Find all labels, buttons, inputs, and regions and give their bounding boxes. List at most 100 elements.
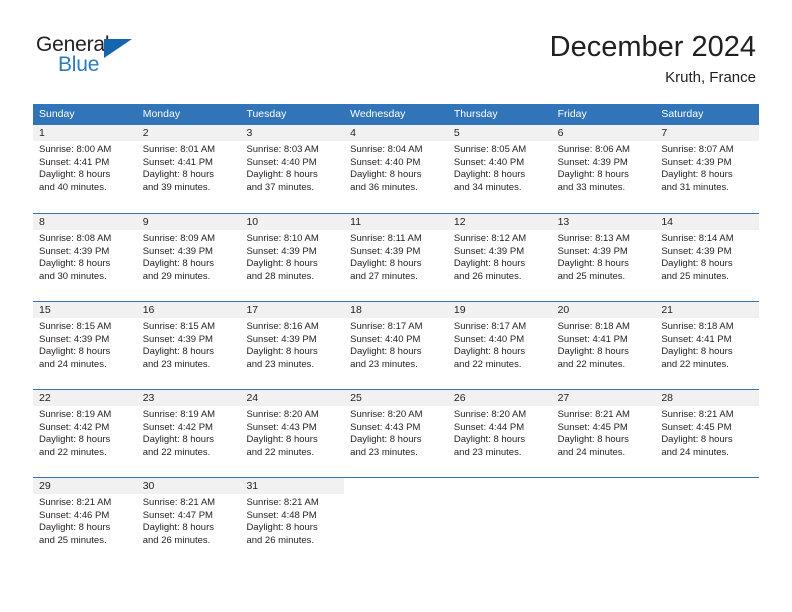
- calendar-day-cell[interactable]: 21 Sunrise: 8:18 AM Sunset: 4:41 PM Dayligh…: [655, 302, 760, 389]
- sunrise-text: Sunrise: 8:19 AM: [142, 409, 216, 420]
- daylight-text-line2: and 39 minutes.: [142, 181, 211, 193]
- calendar-day-cell[interactable]: 6 Sunrise: 8:06 AM Sunset: 4:39 PM Daylight…: [551, 125, 656, 213]
- sunrise-text: Sunrise: 8:17 AM: [453, 321, 527, 332]
- daylight-text-line2: and 25 minutes.: [39, 534, 107, 546]
- calendar-day-cell-empty: [344, 478, 448, 565]
- daylight-text-line1: Daylight: 8 hours: [142, 346, 215, 358]
- daylight-text-line1: Daylight: 8 hours: [453, 258, 526, 270]
- daylight-text-line1: Daylight: 8 hours: [661, 258, 733, 270]
- daylight-text-line1: Daylight: 8 hours: [142, 434, 215, 446]
- calendar-day-cell[interactable]: 31 Sunrise: 8:21 AM Sunset: 4:48 PM Dayligh…: [240, 478, 345, 565]
- day-details: Sunrise: 8:06 AM Sunset: 4:39 PM Daylight:…: [552, 141, 656, 194]
- sunset-text: Sunset: 4:41 PM: [39, 156, 110, 168]
- daylight-text-line2: and 23 minutes.: [453, 446, 522, 458]
- title-block: December 2024 Kruth, France: [550, 30, 756, 87]
- calendar-day-cell[interactable]: 15 Sunrise: 8:15 AM Sunset: 4:39 PM Dayligh…: [33, 302, 137, 389]
- calendar-day-cell[interactable]: 7 Sunrise: 8:07 AM Sunset: 4:39 PM Daylight…: [655, 125, 760, 213]
- sunset-text: Sunset: 4:40 PM: [453, 156, 525, 168]
- daylight-text-line1: Daylight: 8 hours: [557, 346, 629, 358]
- calendar-day-cell[interactable]: 1 Sunrise: 8:00 AM Sunset: 4:41 PM Daylight…: [33, 125, 137, 213]
- calendar-day-cell[interactable]: 12 Sunrise: 8:12 AM Sunset: 4:39 PM Dayligh…: [447, 214, 552, 301]
- calendar-day-cell[interactable]: 29 Sunrise: 8:21 AM Sunset: 4:46 PM Dayligh…: [33, 478, 137, 565]
- daylight-text-line2: and 23 minutes.: [142, 358, 211, 370]
- location-subtitle: Kruth, France: [665, 69, 756, 86]
- calendar-day-cell[interactable]: 11 Sunrise: 8:11 AM Sunset: 4:39 PM Dayligh…: [344, 214, 448, 301]
- day-details: Sunrise: 8:20 AM Sunset: 4:43 PM Daylight:…: [240, 406, 344, 459]
- calendar-day-cell[interactable]: 27 Sunrise: 8:21 AM Sunset: 4:45 PM Dayligh…: [551, 390, 656, 477]
- daylight-text-line1: Daylight: 8 hours: [661, 434, 733, 446]
- day-number: 11: [344, 214, 448, 230]
- calendar-day-cell[interactable]: 22 Sunrise: 8:19 AM Sunset: 4:42 PM Dayligh…: [33, 390, 137, 477]
- day-number: 23: [136, 390, 241, 406]
- page-title: December 2024: [549, 31, 756, 63]
- sunrise-text: Sunrise: 8:11 AM: [350, 233, 422, 244]
- day-details: Sunrise: 8:01 AM Sunset: 4:41 PM Daylight:…: [137, 141, 241, 194]
- sunset-text: Sunset: 4:43 PM: [246, 421, 317, 433]
- calendar-day-cell[interactable]: 23 Sunrise: 8:19 AM Sunset: 4:42 PM Dayligh…: [136, 390, 241, 477]
- calendar-day-cell[interactable]: 26 Sunrise: 8:20 AM Sunset: 4:44 PM Dayligh…: [447, 390, 552, 477]
- calendar-day-cell-empty: [448, 478, 552, 565]
- calendar-day-cell[interactable]: 18 Sunrise: 8:17 AM Sunset: 4:40 PM Dayligh…: [344, 302, 448, 389]
- calendar-day-cell[interactable]: 25 Sunrise: 8:20 AM Sunset: 4:43 PM Dayligh…: [344, 390, 448, 477]
- calendar-day-cell[interactable]: 19 Sunrise: 8:17 AM Sunset: 4:40 PM Dayligh…: [447, 302, 552, 389]
- daylight-text-line1: Daylight: 8 hours: [661, 169, 733, 181]
- sunset-text: Sunset: 4:41 PM: [142, 156, 213, 168]
- day-number: 14: [655, 214, 760, 230]
- day-details: Sunrise: 8:00 AM Sunset: 4:41 PM Daylight:…: [33, 141, 137, 194]
- day-details: Sunrise: 8:20 AM Sunset: 4:44 PM Daylight:…: [448, 406, 552, 459]
- sunset-text: Sunset: 4:48 PM: [246, 509, 317, 521]
- day-number: 9: [136, 214, 241, 230]
- page-header: General Blue December 2024 Kruth, France: [0, 0, 792, 100]
- calendar-day-cell[interactable]: 24 Sunrise: 8:20 AM Sunset: 4:43 PM Dayligh…: [240, 390, 345, 477]
- daylight-text-line1: Daylight: 8 hours: [142, 258, 215, 270]
- sunrise-text: Sunrise: 8:21 AM: [661, 409, 734, 420]
- calendar-day-cell[interactable]: 14 Sunrise: 8:14 AM Sunset: 4:39 PM Dayligh…: [655, 214, 760, 301]
- daylight-text-line2: and 25 minutes.: [557, 270, 626, 282]
- day-number: 8: [33, 214, 137, 230]
- day-number: 1: [33, 125, 137, 141]
- calendar-day-cell[interactable]: 4 Sunrise: 8:04 AM Sunset: 4:40 PM Daylight…: [344, 125, 448, 213]
- calendar-day-cell[interactable]: 16 Sunrise: 8:15 AM Sunset: 4:39 PM Dayligh…: [136, 302, 241, 389]
- day-number: 12: [447, 214, 552, 230]
- sunrise-text: Sunrise: 8:00 AM: [39, 144, 112, 155]
- daylight-text-line2: and 30 minutes.: [39, 270, 107, 282]
- sunset-text: Sunset: 4:42 PM: [142, 421, 213, 433]
- day-details: Sunrise: 8:05 AM Sunset: 4:40 PM Daylight:…: [448, 141, 552, 194]
- calendar-day-cell[interactable]: 8 Sunrise: 8:08 AM Sunset: 4:39 PM Daylight…: [33, 214, 137, 301]
- day-details: Sunrise: 8:19 AM Sunset: 4:42 PM Daylight:…: [33, 406, 137, 459]
- day-details: Sunrise: 8:08 AM Sunset: 4:39 PM Daylight:…: [33, 230, 137, 283]
- calendar-day-cell[interactable]: 13 Sunrise: 8:13 AM Sunset: 4:39 PM Dayligh…: [551, 214, 656, 301]
- sunrise-text: Sunrise: 8:21 AM: [39, 497, 112, 508]
- sunrise-text: Sunrise: 8:04 AM: [350, 144, 423, 155]
- sunset-text: Sunset: 4:45 PM: [557, 421, 628, 433]
- sunset-text: Sunset: 4:40 PM: [246, 156, 317, 168]
- daylight-text-line1: Daylight: 8 hours: [142, 169, 215, 181]
- daylight-text-line1: Daylight: 8 hours: [661, 346, 733, 358]
- daylight-text-line1: Daylight: 8 hours: [350, 346, 422, 358]
- calendar-day-cell[interactable]: 20 Sunrise: 8:18 AM Sunset: 4:41 PM Dayligh…: [551, 302, 656, 389]
- daylight-text-line2: and 37 minutes.: [246, 181, 315, 193]
- calendar-day-cell[interactable]: 28 Sunrise: 8:21 AM Sunset: 4:45 PM Dayligh…: [655, 390, 760, 477]
- calendar-day-cell[interactable]: 10 Sunrise: 8:10 AM Sunset: 4:39 PM Dayligh…: [240, 214, 345, 301]
- calendar-day-cell[interactable]: 5 Sunrise: 8:05 AM Sunset: 4:40 PM Daylight…: [447, 125, 552, 213]
- sunset-text: Sunset: 4:41 PM: [557, 333, 628, 345]
- daylight-text-line2: and 27 minutes.: [350, 270, 418, 282]
- sunrise-text: Sunrise: 8:21 AM: [557, 409, 630, 420]
- calendar-day-cell[interactable]: 2 Sunrise: 8:01 AM Sunset: 4:41 PM Daylight…: [136, 125, 241, 213]
- calendar-day-cell[interactable]: 3 Sunrise: 8:03 AM Sunset: 4:40 PM Daylight…: [240, 125, 345, 213]
- sunset-text: Sunset: 4:39 PM: [39, 333, 110, 345]
- day-number: 30: [136, 478, 241, 494]
- calendar-day-cell[interactable]: 17 Sunrise: 8:16 AM Sunset: 4:39 PM Dayligh…: [240, 302, 345, 389]
- sunrise-text: Sunrise: 8:21 AM: [142, 497, 216, 508]
- calendar-weeks: 1 Sunrise: 8:00 AM Sunset: 4:41 PM Daylight…: [33, 125, 760, 565]
- day-details: Sunrise: 8:21 AM Sunset: 4:45 PM Daylight:…: [552, 406, 656, 459]
- logo-text-blue: Blue: [58, 53, 100, 76]
- column-header-monday: Monday: [142, 108, 181, 120]
- sunset-text: Sunset: 4:39 PM: [142, 333, 213, 345]
- day-details: Sunrise: 8:14 AM Sunset: 4:39 PM Daylight:…: [655, 230, 759, 283]
- sunset-text: Sunset: 4:42 PM: [39, 421, 110, 433]
- calendar-day-cell[interactable]: 30 Sunrise: 8:21 AM Sunset: 4:47 PM Dayligh…: [136, 478, 241, 565]
- daylight-text-line1: Daylight: 8 hours: [246, 258, 318, 270]
- calendar-day-cell[interactable]: 9 Sunrise: 8:09 AM Sunset: 4:39 PM Daylight…: [136, 214, 241, 301]
- general-blue-logo[interactable]: General Blue: [36, 33, 156, 85]
